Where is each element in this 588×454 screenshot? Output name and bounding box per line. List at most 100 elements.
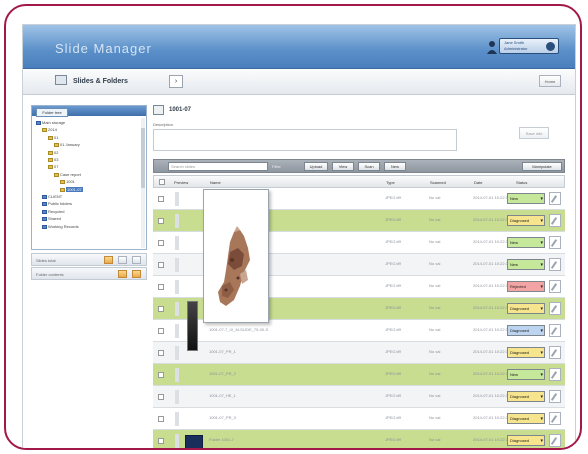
- edit-icon[interactable]: [549, 368, 561, 381]
- tree-node[interactable]: Shared: [42, 216, 61, 221]
- description-field[interactable]: [153, 129, 457, 151]
- table-row[interactable]: 1001-07_PR_1 JPEG.tiff No val 2014-07-01 10…: [153, 342, 565, 364]
- folder-open-icon[interactable]: [118, 270, 127, 278]
- table-row[interactable]: Folder 1001-7 JPEG.tiff No val 2014-07-01 1…: [153, 430, 565, 448]
- edit-icon[interactable]: [549, 434, 561, 447]
- table-row[interactable]: 1001-07_PR_3 JPEG.tiff No val 2014-07-01 10…: [153, 408, 565, 430]
- manipulate-button[interactable]: Manipulate: [522, 162, 562, 171]
- row-checkbox[interactable]: [158, 240, 164, 246]
- edit-icon[interactable]: [549, 412, 561, 425]
- slide-thumbnail-dark[interactable]: [187, 301, 198, 351]
- col-date[interactable]: Date: [474, 180, 482, 185]
- upload-button[interactable]: Upload: [304, 162, 328, 171]
- table-row[interactable]: 1001-07_HE_1 JPEG.tiff No val 2014-07-01 10…: [153, 386, 565, 408]
- row-thumbnail[interactable]: [175, 412, 179, 426]
- edit-icon[interactable]: [549, 280, 561, 293]
- row-thumbnail[interactable]: [175, 368, 179, 382]
- logout-icon[interactable]: [546, 42, 555, 51]
- tree-node[interactable]: Recycled: [42, 209, 64, 214]
- tree-node[interactable]: Working Records: [42, 224, 79, 229]
- row-checkbox[interactable]: [158, 284, 164, 290]
- status-dropdown[interactable]: Diagnosed: [507, 215, 545, 226]
- col-status[interactable]: Status: [516, 180, 527, 185]
- folder-icon: [42, 209, 47, 214]
- status-dropdown[interactable]: Diagnosed: [507, 303, 545, 314]
- col-scanned[interactable]: Scanned: [430, 180, 446, 185]
- row-thumbnail[interactable]: [175, 236, 179, 250]
- tree-node[interactable]: 01: [48, 135, 58, 140]
- row-thumbnail[interactable]: [175, 192, 179, 206]
- edit-icon[interactable]: [549, 258, 561, 271]
- save-info-button[interactable]: Save info: [519, 127, 549, 139]
- edit-icon[interactable]: [549, 346, 561, 359]
- status-dropdown[interactable]: New: [507, 369, 545, 380]
- tree-node[interactable]: 1001-07: [60, 186, 83, 192]
- row-checkbox[interactable]: [158, 306, 164, 312]
- edit-icon[interactable]: [549, 236, 561, 249]
- col-preview[interactable]: Preview: [174, 180, 188, 185]
- row-checkbox[interactable]: [158, 394, 164, 400]
- edit-icon[interactable]: [549, 214, 561, 227]
- tree-node[interactable]: Case report: [54, 172, 81, 177]
- row-thumbnail[interactable]: [175, 434, 179, 448]
- row-checkbox[interactable]: [158, 350, 164, 356]
- row-checkbox[interactable]: [158, 438, 164, 444]
- user-box[interactable]: Jane Smith Administrator: [487, 38, 559, 54]
- folder-add-icon[interactable]: [104, 256, 113, 264]
- status-dropdown[interactable]: Diagnosed: [507, 435, 545, 446]
- folder-delete-icon[interactable]: [132, 256, 141, 264]
- tree-node[interactable]: 07: [48, 164, 58, 169]
- edit-icon[interactable]: [549, 390, 561, 403]
- row-thumbnail[interactable]: [175, 346, 179, 360]
- row-checkbox[interactable]: [158, 196, 164, 202]
- table-row[interactable]: 1001-07_PR_2 JPEG.tiff No val 2014-07-01 10…: [153, 364, 565, 386]
- edit-icon[interactable]: [549, 302, 561, 315]
- col-type[interactable]: Type: [386, 180, 395, 185]
- col-name[interactable]: Name: [210, 180, 221, 185]
- tree-node[interactable]: CLIENT: [42, 194, 62, 199]
- tree-node[interactable]: 02: [48, 150, 58, 155]
- row-thumbnail[interactable]: [175, 390, 179, 404]
- row-checkbox[interactable]: [158, 328, 164, 334]
- home-button[interactable]: Home: [539, 75, 561, 87]
- tree-node-label: Case report: [60, 171, 81, 177]
- edit-icon[interactable]: [549, 324, 561, 337]
- status-dropdown[interactable]: Diagnosed: [507, 413, 545, 424]
- new-button[interactable]: New: [384, 162, 406, 171]
- slide-search-input[interactable]: Search slides: [168, 162, 268, 171]
- row-thumbnail[interactable]: [175, 280, 179, 294]
- status-dropdown[interactable]: Diagnosed: [507, 347, 545, 358]
- row-thumbnail[interactable]: [175, 258, 179, 272]
- row-thumbnail[interactable]: [175, 302, 179, 316]
- status-dropdown[interactable]: Rejected: [507, 281, 545, 292]
- row-checkbox[interactable]: [158, 262, 164, 268]
- row-checkbox[interactable]: [158, 416, 164, 422]
- tree-node[interactable]: 2014: [42, 127, 57, 132]
- select-all-checkbox[interactable]: [159, 179, 165, 185]
- row-checkbox[interactable]: [158, 218, 164, 224]
- view-button[interactable]: View: [332, 162, 354, 171]
- row-thumbnail[interactable]: [175, 214, 179, 228]
- status-dropdown[interactable]: Diagnosed: [507, 325, 545, 336]
- status-dropdown[interactable]: New: [507, 259, 545, 270]
- row-checkbox[interactable]: [158, 372, 164, 378]
- folder-move-icon[interactable]: [132, 270, 141, 278]
- tree-scrollbar-thumb[interactable]: [141, 128, 145, 188]
- row-thumbnail[interactable]: [175, 324, 179, 338]
- slide-thumbnail-label[interactable]: [185, 435, 203, 448]
- tree-node[interactable]: Public folders: [42, 201, 72, 206]
- scan-button[interactable]: Scan: [358, 162, 380, 171]
- tree-node[interactable]: 01 January: [54, 142, 80, 147]
- status-dropdown[interactable]: New: [507, 237, 545, 248]
- status-dropdown[interactable]: New: [507, 193, 545, 204]
- tree-node[interactable]: 1001: [60, 179, 75, 184]
- status-dropdown[interactable]: Diagnosed: [507, 391, 545, 402]
- tree-node[interactable]: 03: [48, 157, 58, 162]
- edit-icon[interactable]: [549, 192, 561, 205]
- tab-folder-tree[interactable]: Folder tree: [36, 108, 68, 117]
- tree-node[interactable]: Main storage: [36, 120, 65, 125]
- nav-forward-button[interactable]: ›: [169, 75, 183, 88]
- tree-scrollbar[interactable]: [141, 118, 145, 248]
- folder-edit-icon[interactable]: [118, 256, 127, 264]
- tree-node-label: 02: [54, 149, 59, 155]
